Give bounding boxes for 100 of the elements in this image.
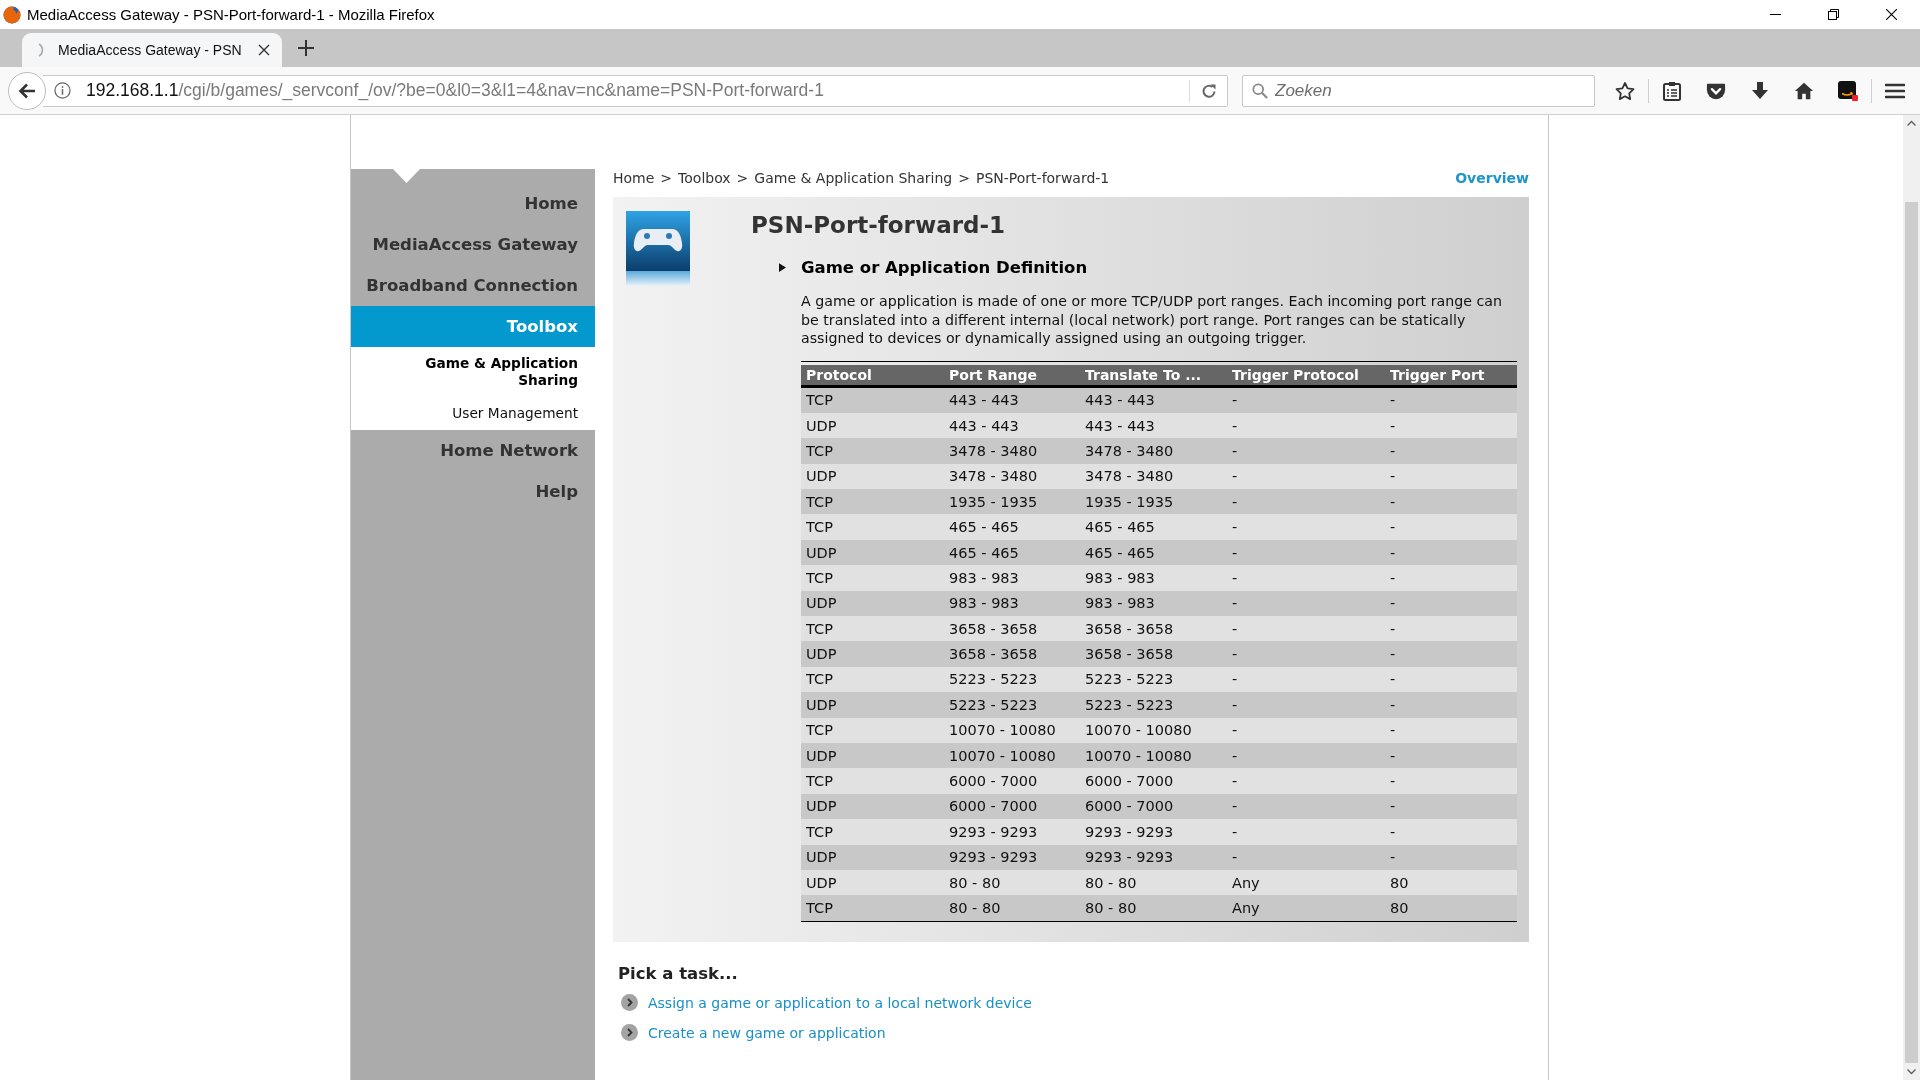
table-cell: TCP [801, 819, 944, 845]
table-cell: - [1227, 717, 1385, 743]
table-cell: 3658 - 3658 [944, 641, 1080, 667]
table-cell: - [1385, 768, 1517, 794]
table-cell: - [1385, 793, 1517, 820]
table-cell: TCP [801, 386, 944, 413]
description-text: A game or application is made of one or more TCP/UDP port ranges. Each incoming port range can be translated into a different internal (local network) port range. Port ranges can be statically assigned to devices or dynamically assigned using an outgoing trigger. [801, 292, 1503, 348]
sidebar-subitem[interactable]: User Management [351, 397, 595, 430]
table-cell: 9293 - 9293 [1080, 844, 1227, 870]
table-cell: 983 - 983 [1080, 565, 1227, 591]
minimize-icon [1769, 14, 1781, 15]
table-cell: - [1385, 819, 1517, 845]
task-link[interactable]: Assign a game or application to a local network device [648, 994, 1032, 1011]
scrollbar[interactable] [1903, 115, 1920, 1080]
table-cell: 465 - 465 [944, 514, 1080, 540]
notch-icon [393, 169, 420, 183]
tasks-heading: Pick a task... [618, 963, 739, 984]
table-cell: - [1385, 641, 1517, 667]
table-cell: TCP [801, 616, 944, 642]
table-cell: 1935 - 1935 [1080, 489, 1227, 515]
table-cell: 10070 - 10080 [1080, 742, 1227, 769]
table-cell: 983 - 983 [944, 590, 1080, 616]
table-cell: 983 - 983 [944, 565, 1080, 591]
new-tab-button[interactable] [296, 38, 316, 58]
table-cell: Any [1227, 895, 1385, 921]
breadcrumb-link[interactable]: Game & Application Sharing [754, 169, 953, 187]
table-cell: TCP [801, 768, 944, 794]
table-cell: 465 - 465 [944, 539, 1080, 566]
table-cell: - [1385, 514, 1517, 540]
breadcrumb-current: PSN-Port-forward-1 [975, 169, 1110, 187]
table-cell: 5223 - 5223 [944, 692, 1080, 718]
search-field[interactable]: Zoeken [1242, 74, 1595, 107]
table-cell: 3658 - 3658 [1080, 616, 1227, 642]
table-cell: UDP [801, 869, 944, 896]
sidebar-item[interactable]: Toolbox [351, 306, 595, 347]
smile-tile-icon [1838, 80, 1858, 101]
table-cell: 3478 - 3480 [1080, 438, 1227, 464]
table-cell: 3478 - 3480 [1080, 463, 1227, 490]
table-header-cell: Translate To ... [1080, 364, 1227, 386]
task-link[interactable]: Create a new game or application [648, 1024, 886, 1041]
table-cell: UDP [801, 692, 944, 718]
scrollbar-thumb[interactable] [1905, 202, 1918, 1063]
table-header-cell: Trigger Protocol [1227, 364, 1385, 386]
table-header-cell: Protocol [801, 364, 944, 386]
table-cell: - [1227, 768, 1385, 794]
back-arrow-icon [18, 82, 36, 99]
table-cell: - [1385, 616, 1517, 642]
table-cell: 80 - 80 [1080, 869, 1227, 896]
table-cell: 3478 - 3480 [944, 463, 1080, 490]
table-cell: 5223 - 5223 [1080, 666, 1227, 693]
sidebar-item[interactable]: Help [351, 471, 595, 512]
table-cell: 9293 - 9293 [944, 844, 1080, 870]
sidebar-item[interactable]: Home Network [351, 430, 595, 471]
table-cell: 443 - 443 [944, 412, 1080, 439]
table-header-cell: Trigger Port [1385, 364, 1517, 386]
table-cell: 10070 - 10080 [944, 742, 1080, 769]
plus-icon [298, 40, 314, 56]
table-cell: UDP [801, 412, 944, 439]
breadcrumb-link[interactable]: Toolbox [678, 169, 731, 187]
table-cell: - [1385, 590, 1517, 616]
table-cell: - [1227, 742, 1385, 769]
table-cell: TCP [801, 514, 944, 540]
back-button[interactable] [8, 71, 46, 110]
sidebar-item[interactable]: Home [351, 183, 595, 224]
table-cell: - [1227, 565, 1385, 591]
table-cell: 443 - 443 [1080, 386, 1227, 413]
close-icon [1885, 9, 1897, 20]
breadcrumb-link[interactable]: Home [613, 169, 655, 187]
tab-close-icon[interactable] [258, 44, 270, 56]
table-cell: 5223 - 5223 [1080, 692, 1227, 718]
table-cell: 5223 - 5223 [944, 666, 1080, 693]
table-cell: 6000 - 7000 [1080, 793, 1227, 820]
sidebar-subitem[interactable]: Game & Application Sharing [351, 347, 595, 397]
table-cell: - [1385, 692, 1517, 718]
overview-link[interactable]: Overview [1455, 169, 1529, 187]
restore-icon [1827, 9, 1839, 20]
table-cell: - [1385, 463, 1517, 490]
sidebar-item[interactable]: MediaAccess Gateway [351, 224, 595, 265]
table-cell: - [1227, 489, 1385, 515]
table-cell: 6000 - 7000 [1080, 768, 1227, 794]
sidebar-item[interactable]: Broadband Connection [351, 265, 595, 306]
table-cell: 443 - 443 [944, 386, 1080, 413]
address-field[interactable]: 192.168.1.1/cgi/b/games/_servconf_/ov/?be=0&l0=3&l1=4&nav=nc&name=PSN-Port-forward-1 [43, 74, 1228, 107]
table-cell: 6000 - 7000 [944, 793, 1080, 820]
table-cell: 465 - 465 [1080, 539, 1227, 566]
table-cell: UDP [801, 742, 944, 769]
table-cell: UDP [801, 844, 944, 870]
table-cell: - [1227, 666, 1385, 693]
table-cell: - [1227, 793, 1385, 820]
browser-tab[interactable]: MediaAccess Gateway - PSN [22, 33, 282, 67]
table-cell: 9293 - 9293 [944, 819, 1080, 845]
table-cell: - [1385, 565, 1517, 591]
table-cell: TCP [801, 717, 944, 743]
table-cell: - [1227, 616, 1385, 642]
table-cell: - [1227, 844, 1385, 870]
table-cell: - [1385, 539, 1517, 566]
app-logo-icon [3, 5, 21, 24]
spinner-icon [38, 43, 44, 57]
table-cell: - [1385, 386, 1517, 413]
table-cell: TCP [801, 489, 944, 515]
